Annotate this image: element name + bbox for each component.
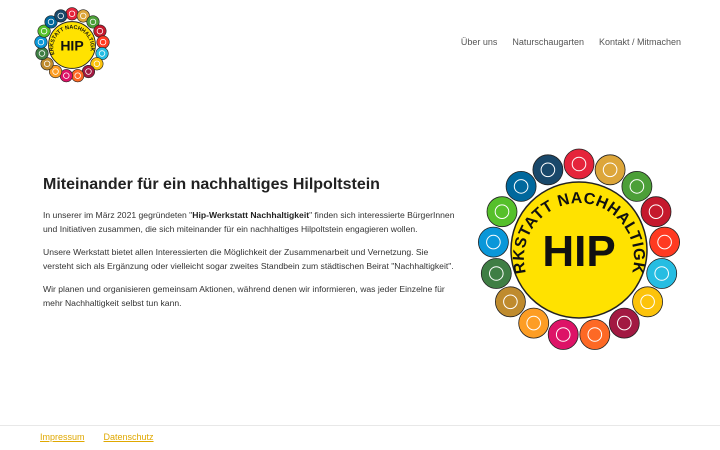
footer-link-impressum[interactable]: Impressum	[40, 432, 85, 442]
footer-divider	[0, 425, 720, 426]
intro-paragraph-2: Unsere Werkstatt bietet allen Interessie…	[43, 247, 454, 271]
footer-link-datenschutz[interactable]: Datenschutz	[104, 432, 154, 442]
sdg-goal-icon	[505, 171, 537, 202]
intro-paragraph-3: Wir planen und organisieren gemeinsam Ak…	[43, 284, 445, 308]
hip-logo[interactable]: HIP WERKSTATT NACHHALTIGKEIT	[33, 6, 111, 84]
project-name: Hip-Werkstatt Nachhaltigkeit	[192, 210, 310, 220]
sdg-goal-icon	[579, 319, 611, 350]
sdg-goal-icon	[65, 7, 79, 21]
sdg-goal-icon	[480, 258, 512, 289]
sdg-goal-icon	[649, 226, 681, 258]
sdg-goal-icon	[96, 35, 110, 49]
nav-link-ueber-uns[interactable]: Über uns	[461, 37, 498, 47]
sdg-goal-icon	[71, 69, 85, 83]
page-title: Miteinander für ein nachhaltiges Hilpolt…	[43, 176, 380, 193]
logo-center-text: HIP	[60, 37, 83, 53]
main-nav: Über uns Naturschaugarten Kontakt / Mitm…	[461, 37, 681, 47]
sdg-goal-icon	[632, 286, 664, 318]
sdg-goal-icon	[640, 196, 672, 228]
large-logo-center-text: HIP	[542, 227, 615, 276]
hip-werkstatt-logo-large: HIP WERKSTATT NACHHALTIGKEIT	[474, 148, 681, 350]
sdg-goal-icon	[621, 171, 653, 202]
site-header: HIP WERKSTATT NACHHALTIGKEIT Über uns Na…	[0, 0, 720, 90]
sdg-goal-icon	[54, 9, 68, 23]
sdg-goal-icon	[486, 196, 518, 228]
sdg-goal-icon	[518, 307, 550, 339]
sdg-goal-icon	[646, 258, 678, 289]
sdg-goal-icon	[608, 307, 640, 339]
intro-paragraph-1: In unserer im März 2021 gegründeten "Hip…	[43, 210, 455, 234]
sdg-goal-icon	[547, 319, 579, 350]
nav-link-naturschaugarten[interactable]: Naturschaugarten	[512, 37, 584, 47]
site-footer: Impressum Datenschutz	[40, 432, 154, 442]
sdg-goal-icon	[477, 226, 509, 258]
intro-section: Miteinander für ein nachhaltiges Hilpolt…	[43, 175, 461, 319]
sdg-goal-icon	[35, 46, 49, 61]
sdg-goal-icon	[563, 148, 595, 180]
sdg-goal-icon	[532, 154, 564, 186]
sdg-goal-icon	[93, 24, 107, 38]
sdg-goal-icon	[495, 286, 526, 318]
nav-link-kontakt-mitmachen[interactable]: Kontakt / Mitmachen	[599, 37, 681, 47]
sdg-goal-icon	[594, 154, 626, 186]
sdg-goal-icon	[34, 35, 48, 49]
